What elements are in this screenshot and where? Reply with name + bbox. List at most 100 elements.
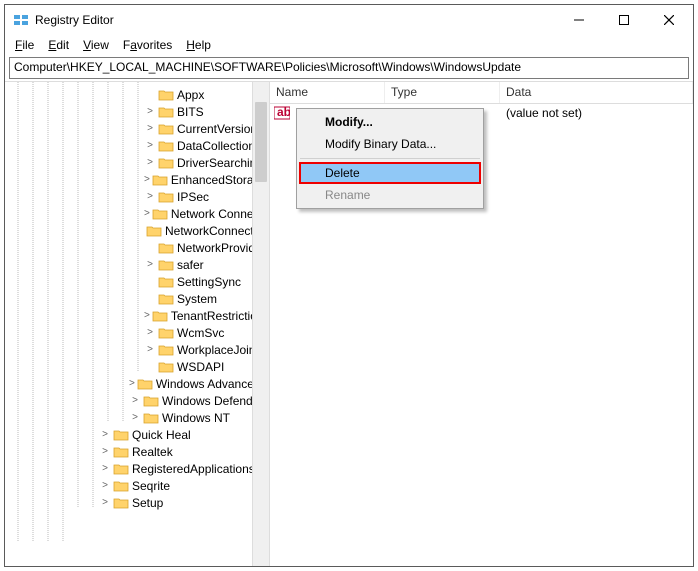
tree-node[interactable]: >CurrentVersion bbox=[5, 120, 269, 137]
tree-node[interactable]: System bbox=[5, 290, 269, 307]
maximize-button[interactable] bbox=[601, 6, 646, 34]
expander-icon[interactable]: > bbox=[99, 463, 111, 475]
tree-node-label: Setup bbox=[132, 496, 163, 510]
tree-node-label: SettingSync bbox=[177, 275, 241, 289]
folder-icon bbox=[158, 156, 174, 170]
tree-node[interactable]: >Windows Advanced Threat Protection bbox=[5, 375, 269, 392]
col-type[interactable]: Type bbox=[385, 82, 500, 103]
tree-node[interactable]: NetworkProvider bbox=[5, 239, 269, 256]
tree-node-label: Quick Heal bbox=[132, 428, 191, 442]
expander-icon[interactable]: > bbox=[144, 259, 156, 271]
expander-icon[interactable]: > bbox=[144, 123, 156, 135]
expander-icon[interactable]: > bbox=[144, 174, 150, 186]
tree-node[interactable]: > DriverSearching bbox=[5, 154, 269, 171]
folder-icon bbox=[158, 343, 174, 357]
tree-node-label: Realtek bbox=[132, 445, 173, 459]
expander-icon[interactable]: > bbox=[144, 344, 156, 356]
expander-icon[interactable]: > bbox=[144, 327, 156, 339]
ctx-modify-binary[interactable]: Modify Binary Data... bbox=[299, 133, 481, 155]
expander-icon[interactable]: > bbox=[129, 378, 135, 390]
expander-icon[interactable]: > bbox=[129, 412, 141, 424]
tree-node[interactable]: > Windows Defender bbox=[5, 392, 269, 409]
string-value-icon: ab bbox=[274, 106, 290, 120]
value-data: (value not set) bbox=[500, 106, 582, 120]
tree-node-label: Windows Defender bbox=[162, 394, 263, 408]
ctx-separator bbox=[300, 158, 480, 159]
tree-node[interactable]: >WorkplaceJoin bbox=[5, 341, 269, 358]
folder-icon bbox=[137, 377, 153, 391]
tree-node[interactable]: Appx bbox=[5, 86, 269, 103]
expander-icon bbox=[144, 242, 156, 254]
tree-panel[interactable]: Appx>BITS>CurrentVersion>DataCollection>… bbox=[5, 82, 270, 566]
tree-scrollbar[interactable] bbox=[252, 82, 269, 566]
close-button[interactable] bbox=[646, 6, 691, 34]
folder-icon bbox=[143, 394, 159, 408]
expander-icon bbox=[144, 89, 156, 101]
col-name[interactable]: Name bbox=[270, 82, 385, 103]
tree-node[interactable]: > IPSec bbox=[5, 188, 269, 205]
expander-icon[interactable]: > bbox=[99, 497, 111, 509]
menu-help[interactable]: Help bbox=[180, 36, 217, 54]
window-title: Registry Editor bbox=[35, 13, 556, 27]
tree-node[interactable]: NetworkConnectivityStatusIndicator bbox=[5, 222, 269, 239]
tree-node[interactable]: > Setup bbox=[5, 494, 269, 511]
minimize-button[interactable] bbox=[556, 6, 601, 34]
window-buttons bbox=[556, 6, 691, 34]
col-data[interactable]: Data bbox=[500, 82, 693, 103]
ctx-delete[interactable]: Delete bbox=[299, 162, 481, 184]
folder-icon bbox=[158, 360, 174, 374]
folder-icon bbox=[158, 258, 174, 272]
ctx-rename: Rename bbox=[299, 184, 481, 206]
tree-node[interactable]: > Realtek bbox=[5, 443, 269, 460]
folder-icon bbox=[113, 479, 129, 493]
tree-node[interactable]: > Windows NT bbox=[5, 409, 269, 426]
tree-node[interactable]: SettingSync bbox=[5, 273, 269, 290]
expander-icon[interactable]: > bbox=[144, 191, 156, 203]
tree-node[interactable]: >DataCollection bbox=[5, 137, 269, 154]
expander-icon[interactable]: > bbox=[99, 446, 111, 458]
menu-file[interactable]: File bbox=[9, 36, 40, 54]
tree-node[interactable]: >EnhancedStorageDevices bbox=[5, 171, 269, 188]
expander-icon bbox=[144, 293, 156, 305]
menu-favorites[interactable]: Favorites bbox=[117, 36, 178, 54]
titlebar: Registry Editor bbox=[5, 5, 693, 35]
tree-node[interactable]: > Seqrite bbox=[5, 477, 269, 494]
expander-icon bbox=[144, 276, 156, 288]
tree-node[interactable]: >BITS bbox=[5, 103, 269, 120]
folder-icon bbox=[158, 292, 174, 306]
expander-icon[interactable]: > bbox=[144, 310, 150, 322]
tree-node-label: WcmSvc bbox=[177, 326, 224, 340]
menu-edit[interactable]: Edit bbox=[42, 36, 75, 54]
expander-icon[interactable]: > bbox=[144, 157, 156, 169]
expander-icon[interactable]: > bbox=[144, 208, 150, 220]
tree-node-label: Seqrite bbox=[132, 479, 170, 493]
folder-icon bbox=[113, 462, 129, 476]
address-bar[interactable]: Computer\HKEY_LOCAL_MACHINE\SOFTWARE\Pol… bbox=[9, 57, 689, 79]
tree-node-label: safer bbox=[177, 258, 204, 272]
folder-icon bbox=[113, 496, 129, 510]
tree-node[interactable]: >TenantRestrictions bbox=[5, 307, 269, 324]
tree-node-label: DriverSearching bbox=[177, 156, 263, 170]
tree-node[interactable]: > safer bbox=[5, 256, 269, 273]
expander-icon[interactable]: > bbox=[99, 480, 111, 492]
tree-node-label: Windows NT bbox=[162, 411, 230, 425]
tree-node-label: IPSec bbox=[177, 190, 209, 204]
svg-text:ab: ab bbox=[277, 106, 290, 119]
folder-icon bbox=[158, 122, 174, 136]
tree-node[interactable]: WSDAPI bbox=[5, 358, 269, 375]
values-list[interactable]: ab (value not set) Modify... Modify Bina… bbox=[270, 104, 693, 566]
expander-icon[interactable]: > bbox=[99, 429, 111, 441]
tree-node-label: RegisteredApplications bbox=[132, 462, 255, 476]
tree-node[interactable]: > WcmSvc bbox=[5, 324, 269, 341]
tree-node[interactable]: > RegisteredApplications bbox=[5, 460, 269, 477]
folder-icon bbox=[158, 88, 174, 102]
tree-node-label: WSDAPI bbox=[177, 360, 224, 374]
expander-icon[interactable]: > bbox=[129, 395, 141, 407]
folder-icon bbox=[152, 207, 168, 221]
ctx-modify[interactable]: Modify... bbox=[299, 111, 481, 133]
expander-icon[interactable]: > bbox=[144, 106, 156, 118]
expander-icon[interactable]: > bbox=[144, 140, 156, 152]
menu-view[interactable]: View bbox=[77, 36, 115, 54]
tree-node[interactable]: >Network Connections bbox=[5, 205, 269, 222]
tree-node[interactable]: > Quick Heal bbox=[5, 426, 269, 443]
